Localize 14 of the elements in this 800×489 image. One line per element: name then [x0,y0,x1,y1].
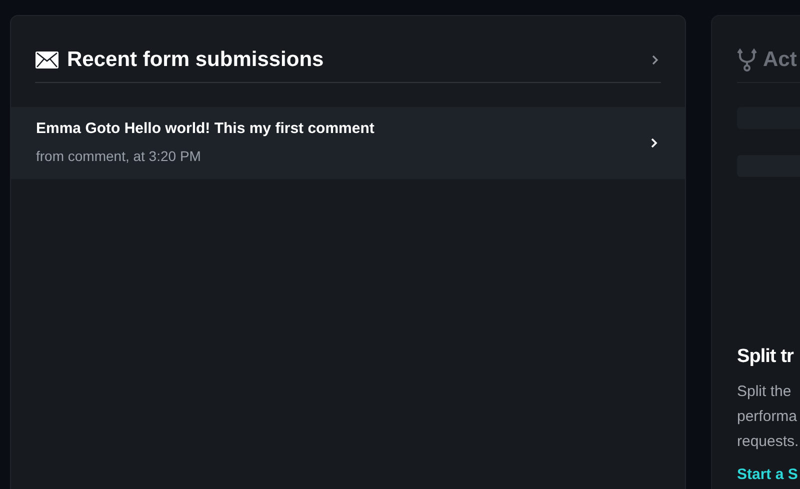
chevron-right-icon [650,138,658,148]
fork-icon [737,48,757,72]
submission-item[interactable]: Emma Goto Hello world! This my first comment from comment, at 3:20 PM [11,106,685,178]
submission-title: Emma Goto Hello world! This my first comment [36,118,374,139]
promo-text: Split the [737,382,792,402]
promo-text: performa [737,407,798,427]
submission-subtitle: from comment, at 3:20 PM [36,147,202,166]
start-link[interactable]: Start a S [737,464,800,486]
envelope-icon [35,50,59,69]
promo-text: requests. [737,432,800,452]
card-title: Recent form submissions [67,47,324,73]
promo-title: Split tr [737,344,795,368]
chevron-right-icon[interactable] [651,54,659,65]
card-title: Act [763,47,797,73]
